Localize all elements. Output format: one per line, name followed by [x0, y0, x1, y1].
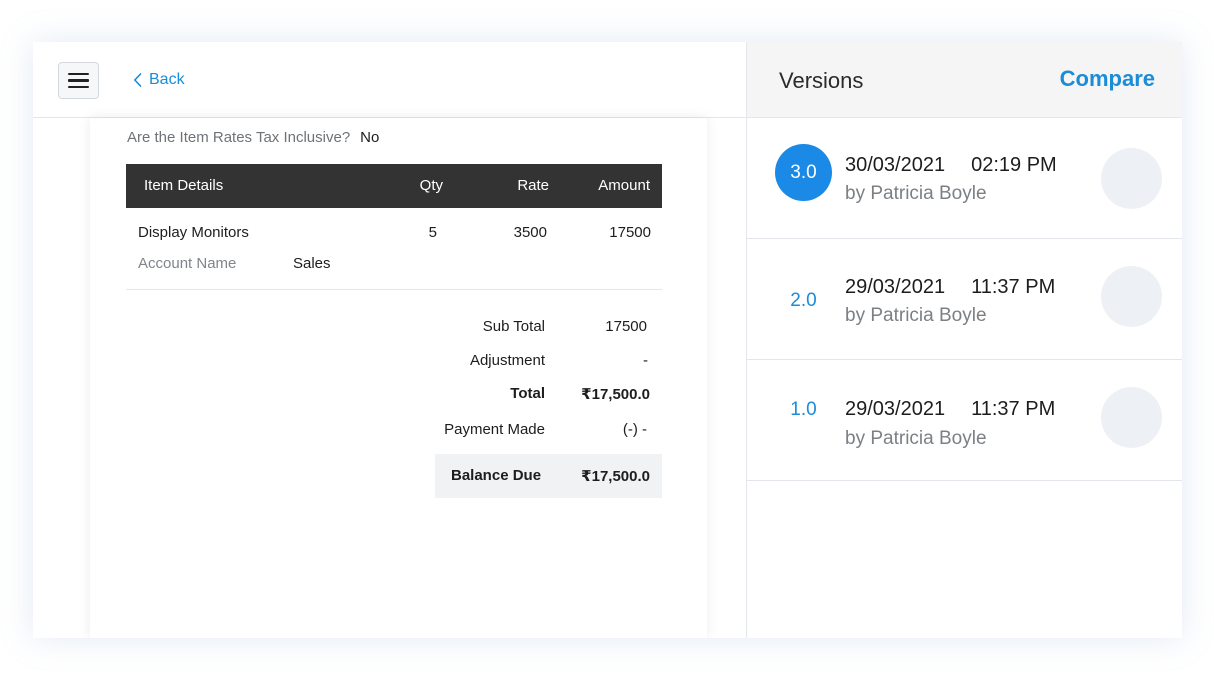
account-name-label: Account Name	[138, 255, 237, 272]
item-table-header: Item Details Qty Rate Amount	[126, 164, 662, 208]
back-label: Back	[149, 71, 185, 88]
avatar	[1101, 266, 1162, 327]
item-amount: 17500	[609, 224, 651, 241]
hamburger-menu-button[interactable]	[58, 62, 99, 99]
column-item-details: Item Details	[144, 177, 224, 194]
version-time: 02:19 PM	[971, 154, 1057, 176]
subtotal-label: Sub Total	[482, 318, 545, 335]
balance-due-value: ₹17,500.0	[581, 468, 650, 485]
version-datetime: 29/03/2021 11:37 PM	[845, 398, 1055, 421]
chevron-left-icon	[134, 73, 142, 87]
bill-document: Are the Item Rates Tax Inclusive? No Item…	[90, 118, 707, 638]
version-date: 29/03/2021	[845, 276, 946, 298]
versions-title: Versions	[779, 68, 864, 93]
adjustment-line: Adjustment -	[126, 352, 662, 382]
subtotal-value: 17500	[605, 318, 647, 335]
payment-made-value: (-) -	[622, 421, 647, 438]
column-qty: Qty	[419, 177, 443, 194]
version-time: 11:37 PM	[971, 276, 1056, 298]
app-window: Back Are the Item Rates Tax Inclusive? No…	[33, 42, 1182, 638]
tax-inclusive-line: Are the Item Rates Tax Inclusive? No	[127, 129, 379, 146]
version-number: 1.0	[790, 398, 817, 420]
versions-header: Versions Compare	[747, 42, 1182, 118]
version-item[interactable]: 2.0 29/03/2021 11:37 PM by Patricia Boyle	[747, 239, 1182, 360]
version-datetime: 30/03/2021 02:19 PM	[845, 154, 1057, 177]
total-value: ₹17,500.0	[581, 386, 650, 403]
tax-answer: No	[360, 129, 380, 146]
menu-icon-line	[68, 85, 89, 89]
version-item[interactable]: 1.0 29/03/2021 11:37 PM by Patricia Boyle	[747, 360, 1182, 481]
total-line: Total ₹17,500.0	[126, 385, 662, 415]
subtotal-line: Sub Total 17500	[126, 318, 662, 348]
top-bar: Back	[33, 42, 746, 118]
payment-made-line: Payment Made (-) -	[126, 421, 662, 451]
adjustment-label: Adjustment	[469, 352, 545, 369]
avatar	[1101, 148, 1162, 209]
tax-question: Are the Item Rates Tax Inclusive?	[127, 129, 351, 146]
version-author: by Patricia Boyle	[845, 305, 987, 326]
version-badge-active: 3.0	[775, 144, 832, 201]
version-date: 30/03/2021	[845, 154, 946, 176]
item-qty: 5	[428, 224, 437, 241]
version-item[interactable]: 3.0 30/03/2021 02:19 PM by Patricia Boyle	[747, 118, 1182, 239]
item-name: Display Monitors	[138, 224, 249, 241]
total-label: Total	[510, 385, 545, 402]
version-number: 2.0	[790, 289, 817, 311]
version-author: by Patricia Boyle	[845, 183, 987, 204]
adjustment-value: -	[643, 352, 648, 369]
account-name-value: Sales	[293, 255, 331, 272]
version-date: 29/03/2021	[845, 398, 946, 420]
back-link[interactable]: Back	[133, 69, 185, 91]
version-time: 11:37 PM	[971, 398, 1056, 420]
balance-due-label: Balance Due	[451, 467, 542, 484]
balance-due-box: Balance Due ₹17,500.0	[435, 454, 662, 498]
document-pane: Back Are the Item Rates Tax Inclusive? No…	[33, 42, 746, 638]
column-amount: Amount	[598, 177, 650, 194]
menu-icon-line	[68, 79, 89, 82]
version-datetime: 29/03/2021 11:37 PM	[845, 276, 1055, 299]
column-rate: Rate	[517, 177, 549, 194]
item-rate: 3500	[513, 224, 547, 241]
compare-button[interactable]: Compare	[1060, 66, 1155, 92]
versions-panel: Versions Compare 3.0 30/03/2021 02:19 PM …	[746, 42, 1182, 638]
version-author: by Patricia Boyle	[845, 428, 987, 449]
menu-icon-line	[68, 72, 89, 76]
payment-made-label: Payment Made	[444, 421, 545, 438]
avatar	[1101, 387, 1162, 448]
table-row: Display Monitors 5 3500 17500 Account Na…	[126, 208, 662, 290]
